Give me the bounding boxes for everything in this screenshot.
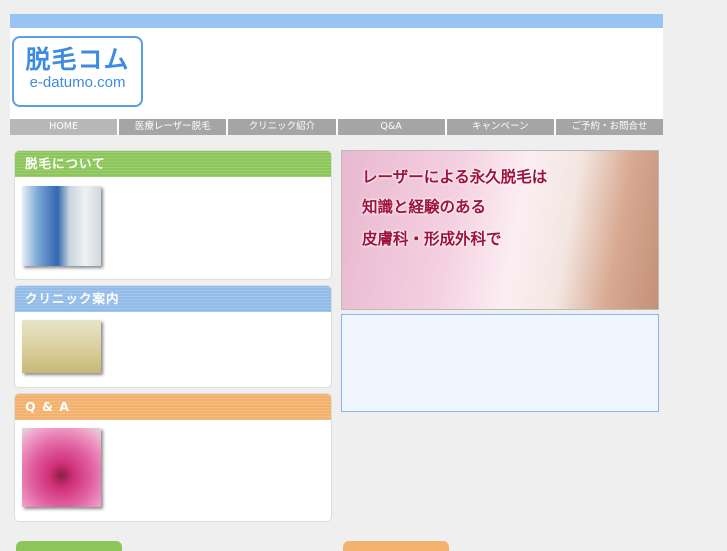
panel-title[interactable]: Q & A [15, 394, 331, 420]
top-bar [10, 14, 663, 28]
laser-machine-image[interactable] [22, 186, 101, 266]
banner-line-3: 皮膚科・形成外科で [362, 230, 502, 248]
nav-campaign[interactable]: キャンペーン [446, 119, 554, 135]
logo-text-en: e-datumo.com [29, 74, 126, 91]
site-logo[interactable]: 脱毛コム e-datumo.com [12, 36, 143, 107]
panel-title[interactable]: 脱毛について [15, 151, 331, 177]
bottom-tab-green [16, 541, 122, 551]
logo-text-jp: 脱毛コム [25, 45, 130, 74]
nav-contact[interactable]: ご予約・お問合せ [555, 119, 664, 135]
panel-qa: Q & A [14, 393, 332, 522]
panel-about-datsumo: 脱毛について [14, 150, 332, 280]
clinic-interior-image[interactable] [22, 320, 101, 373]
panel-title[interactable]: クリニック案内 [15, 286, 331, 312]
info-box [341, 314, 659, 412]
nav-qa[interactable]: Q&A [337, 119, 445, 135]
nav-home[interactable]: HOME [10, 119, 118, 135]
main-nav: HOME 医療レーザー脱毛 クリニック紹介 Q&A キャンペーン ご予約・お問合… [10, 119, 664, 135]
nav-clinic[interactable]: クリニック紹介 [228, 119, 336, 135]
bottom-tab-orange [343, 541, 449, 551]
panel-clinic-info: クリニック案内 [14, 285, 332, 388]
pink-flower-image[interactable] [22, 428, 101, 507]
hero-banner[interactable]: レーザーによる永久脱毛は 知識と経験のある 皮膚科・形成外科で [341, 150, 659, 310]
banner-line-2: 知識と経験のある [362, 198, 487, 216]
banner-line-1: レーザーによる永久脱毛は [362, 168, 548, 186]
nav-laser[interactable]: 医療レーザー脱毛 [119, 119, 227, 135]
